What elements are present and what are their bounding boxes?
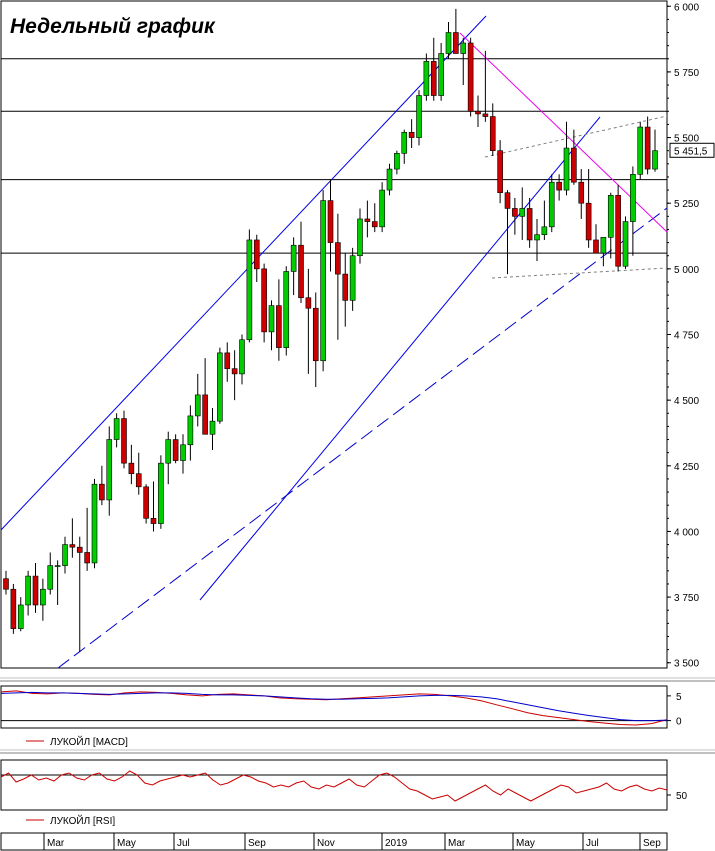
x-tick-label: May <box>516 838 535 849</box>
x-tick-label: May <box>117 838 136 849</box>
macd-tick-label: 0 <box>676 717 682 728</box>
x-tick-label: 2019 <box>385 838 408 849</box>
y-tick-label: 4 500 <box>674 396 699 407</box>
candle <box>91 478 98 569</box>
x-tick-label: Mar <box>47 838 65 849</box>
y-tick-label: 5 250 <box>674 199 699 210</box>
chart-title: Недельный график <box>10 15 216 38</box>
candle <box>467 37 474 117</box>
x-tick-label: Sep <box>643 838 661 849</box>
rsi-legend: ЛУКОЙЛ [RSI] <box>26 814 115 827</box>
x-tick-label: Mar <box>448 838 466 849</box>
y-tick-label: 5 750 <box>674 68 699 79</box>
y-tick-label: 6 000 <box>674 2 699 13</box>
candle <box>143 484 149 524</box>
candle <box>615 184 621 272</box>
candle <box>217 347 223 424</box>
macd-legend-label: ЛУКОЙЛ [MACD] <box>50 735 128 748</box>
y-tick-label: 4 000 <box>674 527 699 538</box>
candle <box>121 410 127 469</box>
candle <box>416 90 422 146</box>
candle <box>10 583 17 634</box>
macd-y-axis: 05 <box>667 692 682 728</box>
candle <box>158 455 164 529</box>
rsi-panel-frame <box>0 759 668 811</box>
candle <box>320 190 326 372</box>
price-panel-frame <box>0 0 668 669</box>
x-tick-label: Jul <box>177 838 190 849</box>
macd-tick-label: 5 <box>676 692 682 703</box>
last-price-label: 5 451,5 <box>674 146 708 157</box>
last-price-badge: 5 451,5 <box>669 142 715 158</box>
candle <box>246 229 253 343</box>
candle <box>622 216 629 269</box>
y-tick-label: 4 750 <box>674 331 699 342</box>
y-tick-label: 3 750 <box>674 593 699 604</box>
x-tick-label: Sep <box>248 838 266 849</box>
candle <box>548 174 555 233</box>
rsi-legend-label: ЛУКОЙЛ [RSI] <box>50 814 115 827</box>
x-tick-label: Nov <box>317 838 335 849</box>
candle <box>283 266 290 356</box>
chart-canvas: 3 500 3 750 4 000 4 250 4 500 4 750 5 000 5 250… <box>0 0 715 851</box>
y-tick-label: 3 500 <box>674 659 699 670</box>
candle <box>261 263 267 343</box>
macd-panel-frame <box>0 685 668 729</box>
price-y-axis: 3 500 3 750 4 000 4 250 4 500 4 750 5 000 5 250… <box>667 2 699 670</box>
candle <box>637 121 644 180</box>
rsi-y-axis: 50 <box>667 791 688 802</box>
macd-legend: ЛУКОЙЛ [MACD] <box>26 735 128 748</box>
x-tick-label: Jul <box>586 838 599 849</box>
y-tick-label: 5 000 <box>674 265 699 276</box>
rsi-tick-label: 50 <box>676 791 688 802</box>
y-tick-label: 4 250 <box>674 462 699 473</box>
